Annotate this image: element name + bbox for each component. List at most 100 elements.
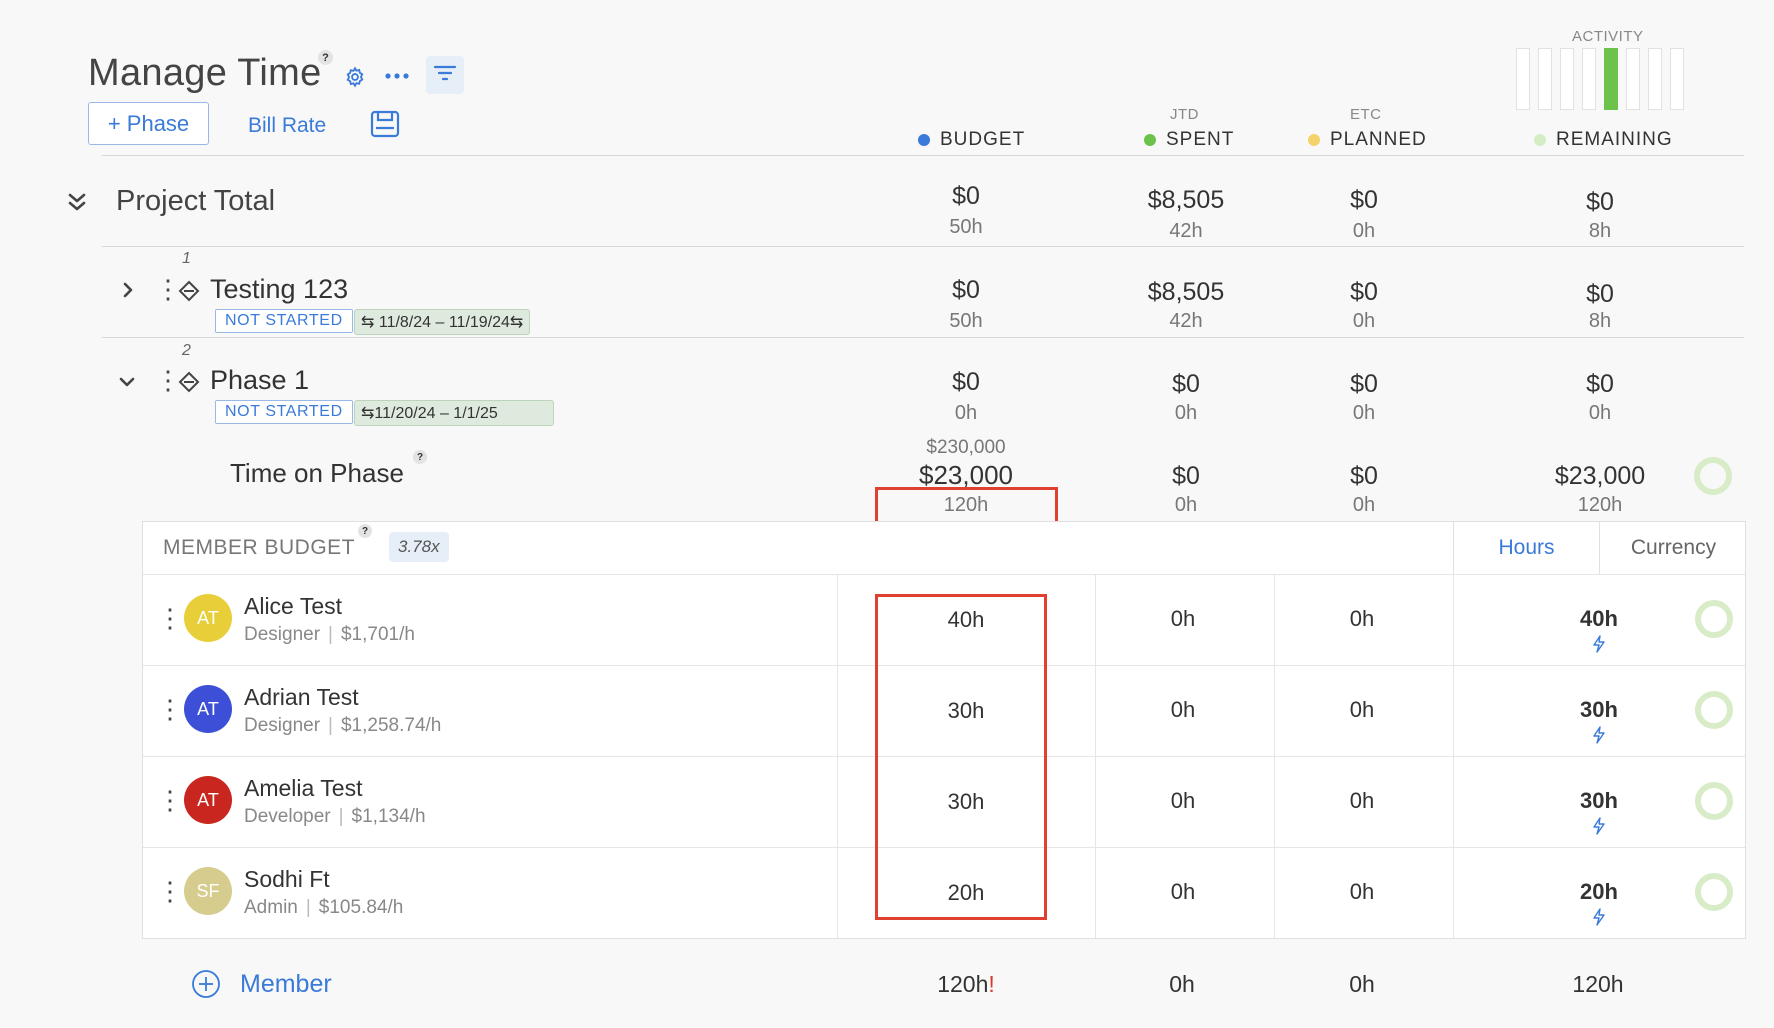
avatar[interactable]: AT (184, 594, 232, 642)
activity-label: ACTIVITY (1572, 28, 1644, 45)
collapse-chevron-icon[interactable] (117, 374, 137, 395)
phase-spent: $0 (1172, 370, 1200, 398)
member-role: Designer (244, 715, 321, 736)
expand-chevron-icon[interactable] (120, 280, 136, 305)
gear-icon[interactable] (344, 66, 366, 93)
spent-column-header[interactable]: SPENT (1144, 129, 1234, 151)
time-on-phase-remaining-hours: 120h (1577, 494, 1623, 516)
member-spent-hours: 0h (1170, 788, 1196, 813)
help-icon[interactable]: ? (413, 450, 427, 464)
bill-rate-link[interactable]: Bill Rate (248, 114, 326, 138)
status-badge[interactable]: NOT STARTED (215, 400, 353, 424)
planned-dot (1308, 134, 1320, 146)
member-rate: $1,701/h (340, 624, 415, 645)
over-budget-warning: ! (988, 971, 995, 997)
project-total-planned: $0 (1350, 186, 1378, 214)
add-member-icon[interactable] (191, 969, 221, 1004)
phase-budget-hours: 50h (949, 310, 983, 332)
activity-bar (1538, 48, 1552, 110)
project-total-remaining-hours: 8h (1588, 220, 1612, 242)
budget-column-header[interactable]: BUDGET (918, 129, 1025, 151)
member-rate: $105.84/h (318, 897, 404, 918)
activity-bar (1626, 48, 1640, 110)
member-name[interactable]: Alice Test (244, 593, 342, 620)
date-range-badge[interactable]: ⇆11/20/24 – 1/1/25 (354, 400, 554, 426)
lightning-icon[interactable] (1592, 635, 1606, 658)
spent-dot (1144, 134, 1156, 146)
phase-budget[interactable]: $0 (886, 368, 1046, 397)
project-total-spent-hours: 42h (1169, 220, 1203, 242)
member-rate: $1,258.74/h (340, 715, 442, 736)
member-name[interactable]: Adrian Test (244, 684, 359, 711)
phase-spent: $8,505 (1147, 278, 1225, 306)
kebab-menu-icon[interactable]: ⋮ (157, 696, 183, 722)
member-rate: $1,134/h (351, 806, 426, 827)
phase-budget-hours: 0h (954, 402, 978, 424)
project-total-spent: $8,505 (1147, 186, 1225, 214)
footer-remaining-total: 120h (1572, 971, 1624, 997)
filter-button[interactable] (426, 56, 464, 94)
member-role: Developer (244, 806, 331, 827)
activity-bar (1648, 48, 1662, 110)
help-icon[interactable]: ? (318, 50, 333, 65)
hours-toggle-button[interactable]: Hours (1454, 522, 1600, 574)
budget-header-label: BUDGET (940, 129, 1026, 150)
progress-ring-icon (1695, 600, 1733, 638)
status-badge[interactable]: NOT STARTED (215, 309, 353, 333)
unit-toggle: Hours Currency (1453, 522, 1747, 574)
member-remaining-hours: 20h (1580, 879, 1618, 904)
member-name[interactable]: Sodhi Ft (244, 866, 330, 893)
add-member-button[interactable]: Member (240, 970, 332, 999)
lightning-icon[interactable] (1592, 908, 1606, 931)
more-options-icon[interactable] (384, 64, 410, 93)
member-role-rate: Developer | $1,134/h (244, 806, 426, 827)
avatar[interactable]: AT (184, 685, 232, 733)
add-phase-button[interactable]: + Phase (88, 102, 209, 145)
planned-column-header[interactable]: PLANNED (1308, 129, 1427, 151)
kebab-menu-icon[interactable]: ⋮ (157, 605, 183, 631)
activity-bar (1516, 48, 1530, 110)
project-total-planned-hours: 0h (1352, 220, 1376, 242)
member-remaining-hours: 30h (1580, 697, 1618, 722)
highlight-box (875, 594, 1047, 920)
time-on-phase-spent-hours: 0h (1174, 494, 1198, 516)
member-name[interactable]: Amelia Test (244, 775, 362, 802)
phase-name[interactable]: Testing 123 (210, 274, 348, 305)
kebab-menu-icon[interactable]: ⋮ (157, 787, 183, 813)
avatar[interactable]: AT (184, 776, 232, 824)
phase-planned-hours: 0h (1352, 310, 1376, 332)
project-total-budget[interactable]: $0 (886, 182, 1046, 211)
time-on-phase-label: Time on Phase (230, 458, 404, 488)
progress-ring-icon (1695, 873, 1733, 911)
phase-budget[interactable]: $0 (886, 276, 1046, 305)
multiplier-badge: 3.78x (389, 532, 449, 562)
member-planned-hours: 0h (1349, 606, 1375, 631)
member-planned-hours: 0h (1349, 697, 1375, 722)
time-on-phase-budget-original: $230,000 (926, 437, 1006, 458)
collapse-all-icon[interactable] (66, 190, 88, 219)
member-spent-hours: 0h (1170, 879, 1196, 904)
lightning-icon[interactable] (1592, 726, 1606, 749)
member-role-rate: Designer | $1,258.74/h (244, 715, 442, 736)
activity-bar (1670, 48, 1684, 110)
avatar[interactable]: SF (184, 867, 232, 915)
progress-ring-icon (1694, 457, 1732, 495)
time-on-phase-planned: $0 (1350, 462, 1378, 490)
save-icon[interactable] (370, 110, 400, 143)
currency-toggle-button[interactable]: Currency (1600, 522, 1747, 574)
kebab-menu-icon[interactable]: ⋮ (157, 878, 183, 904)
project-total-remaining: $0 (1586, 188, 1614, 216)
lightning-icon[interactable] (1592, 817, 1606, 840)
phase-remaining-hours: 0h (1588, 402, 1612, 424)
footer-budget-value: 120h (937, 971, 989, 997)
date-range-badge[interactable]: ⇆ 11/8/24 – 11/19/24⇆ (354, 309, 531, 335)
member-spent-hours: 0h (1170, 697, 1196, 722)
spent-header-label: SPENT (1166, 129, 1235, 150)
footer-spent-total: 0h (1169, 971, 1195, 997)
help-icon[interactable]: ? (358, 524, 372, 538)
remaining-column-header[interactable]: REMAINING (1534, 129, 1673, 151)
planned-header-label: PLANNED (1330, 129, 1427, 150)
member-remaining-hours: 40h (1580, 606, 1618, 631)
phase-name[interactable]: Phase 1 (210, 365, 309, 396)
footer-planned-total: 0h (1349, 971, 1375, 997)
